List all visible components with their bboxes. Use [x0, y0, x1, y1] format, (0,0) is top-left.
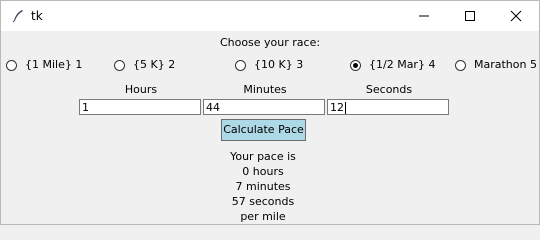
minimize-icon — [419, 15, 429, 17]
window-title: tk — [31, 9, 43, 23]
text-cursor — [345, 102, 346, 114]
race-prompt: Choose your race: — [219, 36, 321, 49]
hours-input[interactable]: 1 — [79, 99, 201, 115]
minimize-button[interactable] — [401, 1, 447, 31]
minutes-value: 44 — [206, 101, 220, 114]
main-content: Choose your race: {1 Mile} 1 {5 K} 2 {10… — [1, 31, 539, 224]
minutes-input[interactable]: 44 — [203, 99, 325, 115]
close-button[interactable] — [493, 1, 539, 31]
seconds-label: Seconds — [365, 83, 413, 96]
calculate-pace-button[interactable]: Calculate Pace — [221, 119, 306, 141]
seconds-value: 12 — [330, 101, 344, 114]
close-icon — [510, 10, 522, 22]
radio-label: {1/2 Mar} 4 — [369, 58, 436, 71]
radio-label: Marathon 5 — [474, 58, 537, 71]
radio-selected-dot-icon — [353, 63, 358, 68]
radio-circle-icon — [350, 60, 361, 71]
title-bar: tk — [1, 1, 539, 31]
radio-label: {10 K} 3 — [254, 58, 304, 71]
seconds-input[interactable]: 12 — [327, 99, 449, 115]
radio-label: {5 K} 2 — [133, 58, 176, 71]
race-options: {1 Mile} 1 {5 K} 2 {10 K} 3 {1/2 Mar} 4 … — [1, 58, 539, 76]
radio-circle-icon — [235, 60, 246, 71]
result-minutes: 7 minutes — [235, 180, 291, 193]
result-seconds: 57 seconds — [231, 195, 295, 208]
maximize-icon — [465, 11, 475, 21]
minutes-label: Minutes — [243, 83, 287, 96]
hours-value: 1 — [82, 101, 89, 114]
app-window: tk Choose your race: {1 Mile} 1 {5 K} 2 … — [0, 0, 540, 225]
hours-label: Hours — [124, 83, 158, 96]
radio-circle-icon — [455, 60, 466, 71]
radio-label: {1 Mile} 1 — [25, 58, 83, 71]
maximize-button[interactable] — [447, 1, 493, 31]
radio-circle-icon — [6, 60, 17, 71]
result-unit: per mile — [240, 210, 286, 223]
result-hours: 0 hours — [242, 165, 284, 178]
result-line-1: Your pace is — [230, 150, 296, 163]
radio-circle-icon — [114, 60, 125, 71]
feather-icon — [12, 10, 23, 23]
